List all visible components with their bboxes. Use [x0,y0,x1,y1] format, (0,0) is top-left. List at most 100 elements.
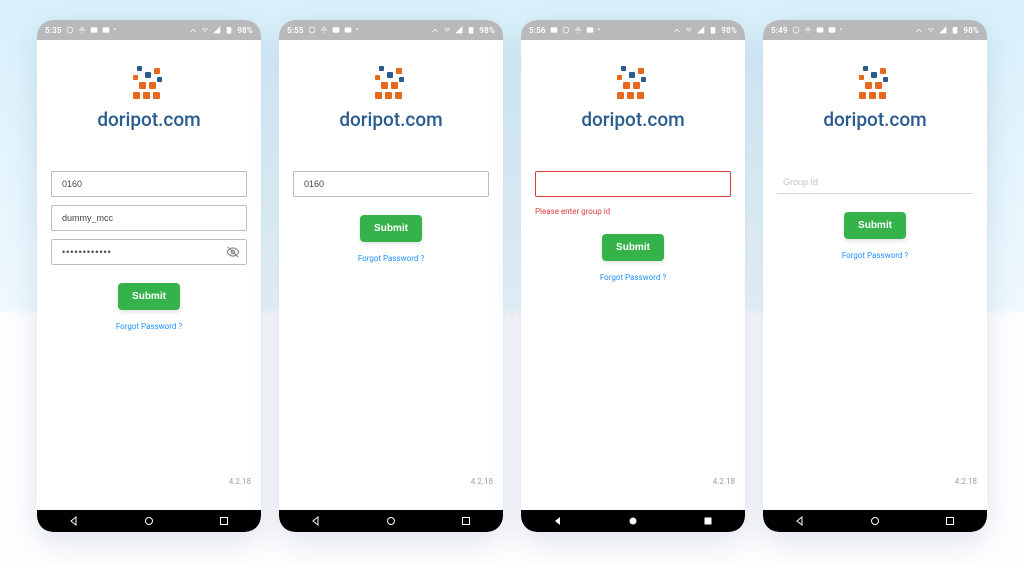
status-bar: 5:35 • 98% [37,20,261,40]
screen-content: doripot.com Submit Forgot Password ? 4.2… [279,40,503,510]
version-label: 4.2.18 [713,477,735,486]
nav-recent-icon[interactable] [702,512,714,531]
brand-logo: doripot.com [97,62,200,131]
signal-icon [455,26,463,34]
more-icon: • [356,26,359,34]
brand-name: doripot.com [97,108,200,131]
battery-pct: 98% [237,26,253,35]
battery-pct: 98% [721,26,737,35]
nav-home-icon[interactable] [385,512,397,531]
signal-icon [939,26,947,34]
status-bar: 5:56 • 98% [521,20,745,40]
submit-button[interactable]: Submit [844,212,906,239]
forgot-password-link[interactable]: Forgot Password ? [116,322,182,331]
brand-name: doripot.com [823,108,926,131]
nav-back-icon[interactable] [310,512,322,531]
submit-button[interactable]: Submit [360,215,422,242]
msg2-icon [344,26,352,34]
battery-icon [225,26,233,34]
group-id-field[interactable] [293,171,489,197]
wifi-share-icon [673,26,681,34]
group-id-field[interactable] [535,171,731,197]
msg1-icon [332,26,340,34]
group-id-input[interactable] [544,178,722,190]
battery-pct: 98% [479,26,495,35]
whatsapp-icon [562,26,570,34]
wifi-share-icon [915,26,923,34]
password-field[interactable] [51,239,247,265]
more-icon: • [114,26,117,34]
whatsapp-icon [308,26,316,34]
brand-logo: doripot.com [823,62,926,131]
nav-home-icon[interactable] [869,512,881,531]
wifi-share-icon [189,26,197,34]
msg2-icon [102,26,110,34]
nav-back-icon[interactable] [68,512,80,531]
signal-icon [697,26,705,34]
status-time: 5:35 [45,26,62,35]
password-input[interactable] [60,246,238,258]
nav-home-icon[interactable] [143,512,155,531]
nav-bar [37,510,261,532]
brand-name: doripot.com [339,108,442,131]
location-icon [804,26,812,34]
username-field[interactable] [51,205,247,231]
wifi-icon [201,26,209,34]
battery-icon [951,26,959,34]
error-message: Please enter group id [535,207,731,216]
forgot-password-link[interactable]: Forgot Password ? [600,273,666,282]
group-id-input[interactable] [302,178,480,190]
status-bar: 5:55 • 98% [279,20,503,40]
nav-bar [521,510,745,532]
phone-gallery: 5:35 • 98% [0,0,1024,552]
nav-recent-icon[interactable] [944,512,956,531]
group-id-field[interactable] [51,171,247,197]
nav-back-icon[interactable] [552,512,564,531]
submit-button[interactable]: Submit [118,283,180,310]
whatsapp-icon [66,26,74,34]
battery-pct: 98% [963,26,979,35]
msg2-icon [828,26,836,34]
status-time: 5:56 [529,26,546,35]
group-id-field[interactable] [777,171,973,194]
nav-back-icon[interactable] [794,512,806,531]
group-id-input[interactable] [781,176,969,188]
forgot-password-link[interactable]: Forgot Password ? [842,251,908,260]
version-label: 4.2.18 [229,477,251,486]
nav-recent-icon[interactable] [460,512,472,531]
nav-bar [279,510,503,532]
forgot-password-link[interactable]: Forgot Password ? [358,254,424,263]
signal-icon [213,26,221,34]
phone-4: 5:49 • 98% [763,20,987,532]
nav-home-icon[interactable] [627,512,639,531]
msg1-icon [90,26,98,34]
login-form [51,171,247,265]
wifi-icon [927,26,935,34]
username-input[interactable] [60,212,238,224]
login-form [777,171,973,194]
msg1-icon [550,26,558,34]
nav-recent-icon[interactable] [218,512,230,531]
msg1-icon [816,26,824,34]
submit-button[interactable]: Submit [602,234,664,261]
brand-name: doripot.com [581,108,684,131]
login-form: Please enter group id [535,171,731,216]
group-id-input[interactable] [60,178,238,190]
location-icon [574,26,582,34]
nav-bar [763,510,987,532]
whatsapp-icon [792,26,800,34]
login-form [293,171,489,197]
screen-content: doripot.com Submit Forgot Password ? 4.2… [763,40,987,510]
phone-3: 5:56 • 98% [521,20,745,532]
status-time: 5:49 [771,26,788,35]
screen-content: doripot.com Submit Forgot Password ? 4. [37,40,261,510]
screen-content: doripot.com Please enter group id Submit… [521,40,745,510]
brand-logo: doripot.com [581,62,684,131]
wifi-icon [685,26,693,34]
phone-2: 5:55 • 98% [279,20,503,532]
eye-off-icon[interactable] [226,244,240,263]
location-icon [78,26,86,34]
more-icon: • [840,26,843,34]
location-icon [320,26,328,34]
battery-icon [467,26,475,34]
